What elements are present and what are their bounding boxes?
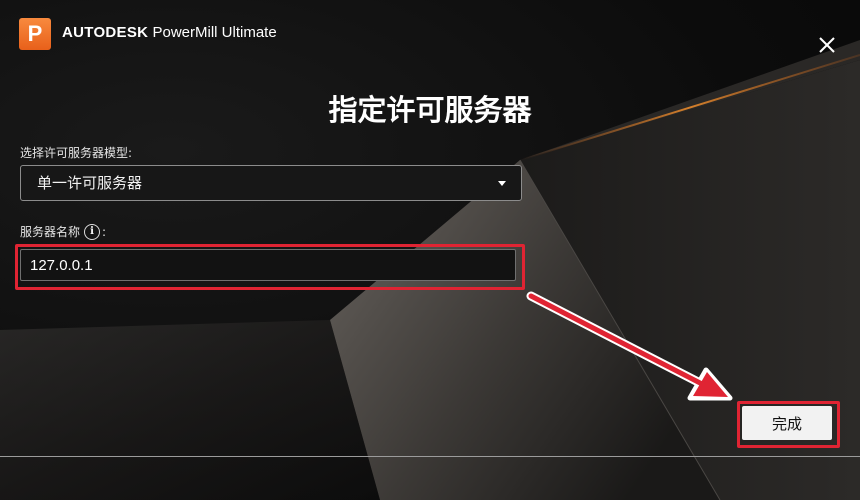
info-icon[interactable]: i [84,224,101,240]
product-name: PowerMill Ultimate [152,24,277,41]
powermill-logo-icon: P [19,18,51,50]
license-server-dialog: P AUTODESK PowerMill Ultimate 指定许可服务器 选择… [0,0,860,500]
page-title: 指定许可服务器 [328,93,532,127]
server-name-label-colon: : [102,225,107,239]
background-plane [0,320,380,500]
chevron-down-icon [498,181,506,186]
app-title: AUTODESK PowerMill Ultimate [62,24,277,42]
finish-button[interactable]: 完成 [742,406,832,440]
license-model-select[interactable]: 单一许可服务器 [20,165,522,201]
bottom-divider [0,456,860,457]
annotation-highlight-box [15,244,525,290]
server-name-label: 服务器名称 [20,225,81,239]
server-name-label-row: 服务器名称 i : [20,224,106,240]
license-model-value: 单一许可服务器 [37,174,143,192]
close-button[interactable] [812,30,842,60]
close-icon [819,37,835,53]
brand-name: AUTODESK [62,24,149,41]
license-model-label: 选择许可服务器模型: [20,146,133,160]
title-bar: P AUTODESK PowerMill Ultimate [0,0,860,64]
